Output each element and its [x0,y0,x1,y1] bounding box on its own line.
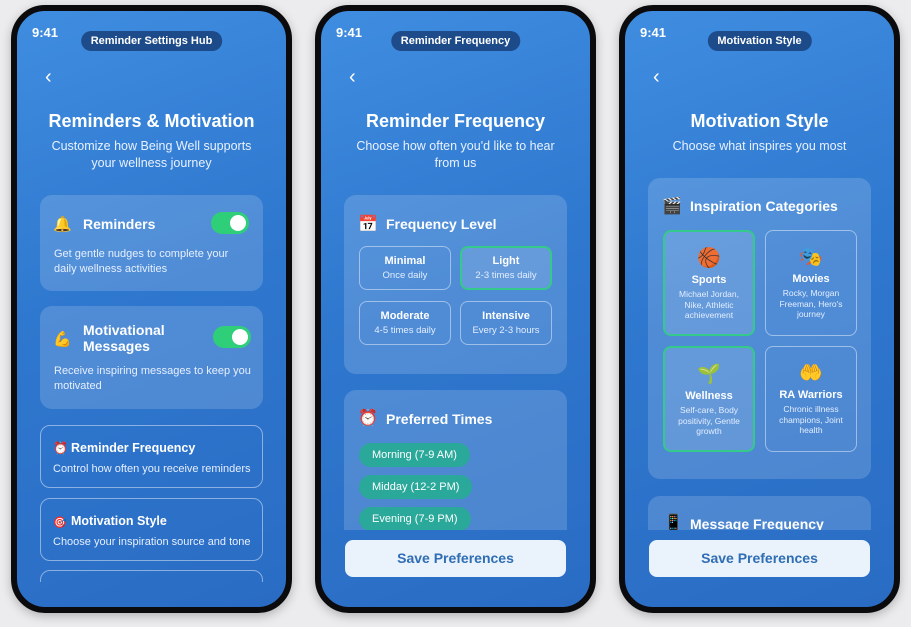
motivational-toggle[interactable] [213,326,251,348]
reminder-frequency-label: Reminder Frequency [71,441,196,455]
reminder-frequency-description: Control how often you receive reminders [53,463,251,475]
frequency-level-heading: Frequency Level [386,216,497,232]
bell-icon: 🔔 [53,215,72,233]
page-title: Motivation Style [690,111,829,131]
raised-hands-icon: 🤲 [799,362,823,384]
motivational-label: Motivational Messages [83,322,165,354]
option-label: Moderate [380,310,430,322]
save-preferences-button[interactable]: Save Preferences [649,540,870,577]
frequency-option-moderate[interactable]: Moderate 4-5 times daily [359,301,451,345]
message-frequency-card: 📱 Message Frequency [648,496,871,530]
page-title: Reminders & Motivation [48,111,255,131]
flexed-arm-icon: 💪 [53,330,72,348]
calendar-icon: 📅 [358,214,378,233]
alarm-clock-icon: ⏰ [358,408,378,427]
page-subtitle: Customize how Being Well supports your w… [51,139,252,170]
motivational-card: 💪 Motivational Messages Receive inspirin… [40,306,263,409]
back-chevron-icon[interactable]: ‹ [349,67,356,87]
mobile-phone-icon: 📱 [664,513,683,530]
seedling-icon: 🌱 [697,363,721,385]
inspiration-categories-card: 🎬 Inspiration Categories 🏀 Sports Michae… [648,178,871,479]
category-description: Rocky, Morgan Freeman, Hero's journey [779,288,843,319]
reminders-description: Get gentle nudges to complete your daily… [54,248,229,275]
scroll-clip: 📱 Message Frequency [625,496,894,530]
option-label: Intensive [482,310,530,322]
category-description: Chronic illness champions, Joint health [779,404,843,435]
option-description: Every 2-3 hours [472,325,540,336]
frequency-option-minimal[interactable]: Minimal Once daily [359,246,451,290]
back-chevron-icon[interactable]: ‹ [653,67,660,87]
target-icon: 🎯 [53,516,67,529]
basketball-icon: 🏀 [697,247,721,269]
preferred-times-heading: Preferred Times [386,411,493,427]
motivation-style-label: Motivation Style [71,514,167,528]
reminders-toggle[interactable] [211,212,249,234]
option-label: Minimal [384,255,426,267]
screen-label: Reminder Frequency [390,31,521,51]
more-link-partial[interactable] [40,570,263,582]
screen-label: Motivation Style [707,31,812,51]
category-movies[interactable]: 🎭 Movies Rocky, Morgan Freeman, Hero's j… [765,230,857,336]
option-description: 2-3 times daily [475,270,537,281]
category-name: RA Warriors [779,389,843,401]
save-preferences-button[interactable]: Save Preferences [345,540,566,577]
phone-motivation-style: 9:41 Motivation Style ‹ Motivation Style… [619,5,900,613]
phone-reminder-frequency: 9:41 Reminder Frequency ‹ Reminder Frequ… [315,5,596,613]
status-time: 9:41 [32,25,59,40]
category-sports[interactable]: 🏀 Sports Michael Jordan, Nike, Athletic … [663,230,755,336]
category-name: Wellness [685,390,733,402]
message-frequency-heading: Message Frequency [690,516,824,530]
reminders-label: Reminders [83,216,156,232]
theater-masks-icon: 🎭 [799,246,823,268]
status-time: 9:41 [640,25,667,40]
time-chip-midday[interactable]: Midday (12-2 PM) [359,475,473,499]
category-ra-warriors[interactable]: 🤲 RA Warriors Chronic illness champions,… [765,346,857,452]
page-title: Reminder Frequency [365,111,546,131]
page-subtitle: Choose how often you'd like to hear from… [356,139,555,170]
motivation-style-link[interactable]: 🎯 Motivation Style Choose your inspirati… [40,498,263,561]
category-name: Sports [691,274,727,286]
preferred-times-card: ⏰ Preferred Times Morning (7-9 AM) Midda… [344,390,567,530]
screen-label: Reminder Settings Hub [80,31,223,51]
scroll-clip: ⏰ Preferred Times Morning (7-9 AM) Midda… [321,390,590,530]
category-wellness[interactable]: 🌱 Wellness Self-care, Body positivity, G… [663,346,755,452]
option-description: Once daily [382,270,428,281]
frequency-level-card: 📅 Frequency Level Minimal Once daily Lig… [344,195,567,374]
page-subtitle: Choose what inspires you most [672,139,847,153]
inspiration-categories-heading: Inspiration Categories [690,198,838,214]
category-name: Movies [792,273,830,285]
clapper-board-icon: 🎬 [662,196,682,215]
time-chip-evening[interactable]: Evening (7-9 PM) [359,507,471,530]
motivation-style-description: Choose your inspiration source and tone [53,536,251,548]
reminders-card: 🔔 Reminders Get gentle nudges to complet… [40,195,263,291]
option-label: Light [492,255,520,267]
motivational-description: Receive inspiring messages to keep you m… [54,365,251,392]
frequency-option-light[interactable]: Light 2-3 times daily [460,246,552,290]
option-description: 4-5 times daily [374,325,436,336]
scroll-clip [17,569,286,582]
alarm-clock-icon: ⏰ [53,441,68,455]
frequency-option-intensive[interactable]: Intensive Every 2-3 hours [460,301,552,345]
reminder-frequency-link[interactable]: ⏰ Reminder Frequency Control how often y… [40,425,263,488]
time-chip-morning[interactable]: Morning (7-9 AM) [359,443,470,467]
phone-reminder-settings-hub: 9:41 Reminder Settings Hub ‹ Reminders &… [11,5,292,613]
category-description: Michael Jordan, Nike, Athletic achieveme… [678,289,739,320]
status-time: 9:41 [336,25,363,40]
back-chevron-icon[interactable]: ‹ [45,67,52,87]
category-description: Self-care, Body positivity, Gentle growt… [678,405,740,436]
